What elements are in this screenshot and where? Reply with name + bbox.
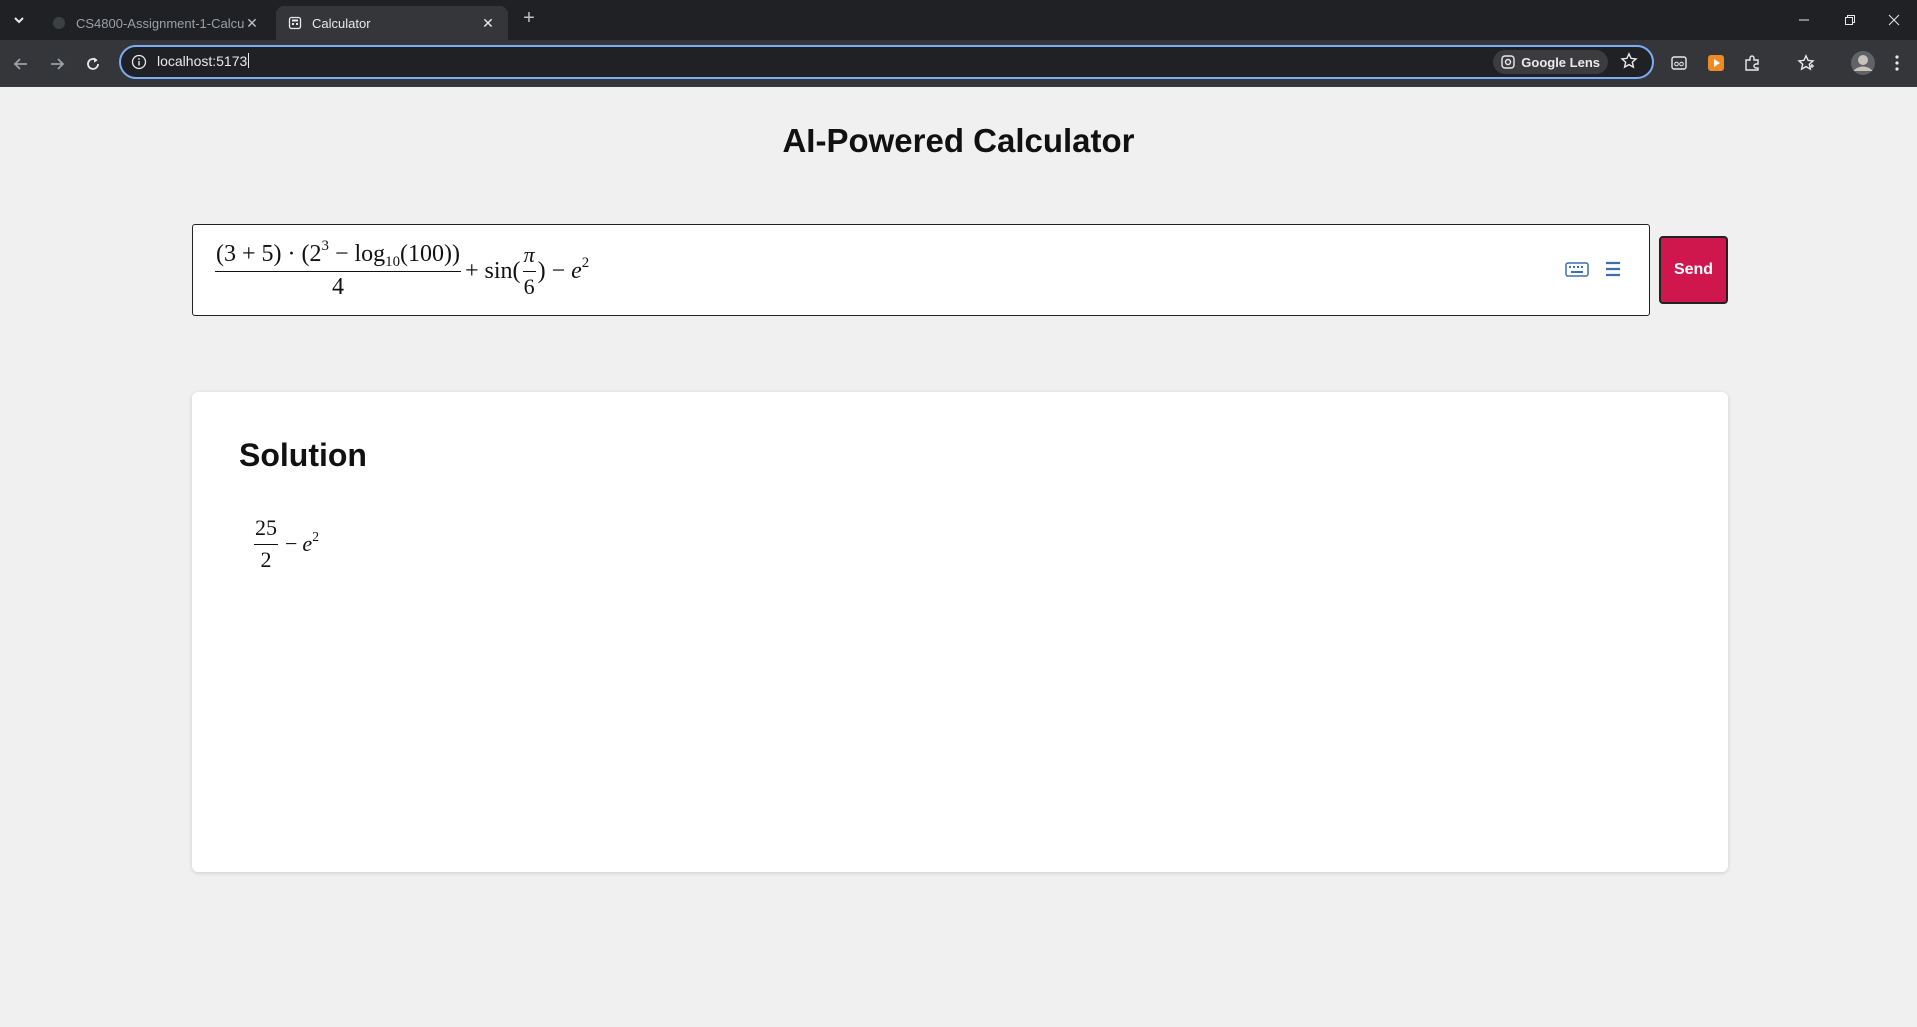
solution-card: Solution 25 2 − e2 (192, 392, 1728, 872)
fraction-numerator: (3 + 5) · (23 − log10(100)) (215, 237, 462, 272)
solution-numerator: 25 (254, 515, 278, 545)
solution-denominator: 2 (260, 547, 272, 572)
solution-title: Solution (239, 437, 367, 473)
sin-function: + sin( (465, 257, 521, 284)
keyboard-icon[interactable] (1565, 259, 1589, 279)
profile-avatar[interactable] (1849, 49, 1877, 77)
close-paren-minus: ) − (537, 257, 572, 284)
url-text[interactable]: localhost:5173 (157, 53, 250, 69)
solution-expression: 25 2 − e2 (252, 515, 319, 573)
address-bar[interactable]: localhost:5173 Google Lens (119, 45, 1654, 79)
tab-title: CS4800-Assignment-1-Calculat (76, 15, 244, 31)
github-icon (52, 16, 66, 30)
pi-over-six-fraction: π 6 (522, 242, 536, 300)
restore-icon[interactable] (1827, 0, 1873, 40)
page-content: AI-Powered Calculator (3 + 5) · (23 − lo… (0, 87, 1917, 1027)
more-menu-icon[interactable] (1886, 52, 1908, 74)
tab-title: Calculator (312, 15, 371, 31)
fraction-denominator: 4 (332, 274, 344, 300)
new-tab-plus-icon[interactable]: + (518, 8, 540, 30)
site-info-icon[interactable] (131, 54, 147, 70)
bookmark-star-icon[interactable] (1620, 52, 1640, 72)
browser-chrome: CS4800-Assignment-1-Calculat ✕ Calculato… (0, 0, 1917, 87)
tab-assignment[interactable]: CS4800-Assignment-1-Calculat ✕ (40, 6, 272, 40)
extension-goggles-icon[interactable] (1668, 52, 1690, 74)
six-denominator: 6 (523, 274, 535, 299)
pi-numerator: π (522, 242, 536, 272)
extension-play-icon[interactable] (1705, 52, 1727, 74)
browser-toolbar: localhost:5173 Google Lens (0, 40, 1917, 87)
back-arrow-icon[interactable] (8, 51, 34, 77)
main-fraction: (3 + 5) · (23 − log10(100)) 4 (215, 237, 462, 301)
reload-icon[interactable] (80, 51, 106, 77)
window-close-icon[interactable] (1871, 0, 1917, 40)
google-lens-button[interactable]: Google Lens (1493, 50, 1608, 74)
tab-search-button[interactable] (6, 9, 32, 31)
tab-strip: CS4800-Assignment-1-Calculat ✕ Calculato… (0, 0, 1917, 40)
calculator-icon (288, 16, 302, 30)
close-icon[interactable]: ✕ (244, 15, 260, 31)
send-button[interactable]: Send (1659, 236, 1728, 304)
forward-arrow-icon[interactable] (44, 51, 70, 77)
solution-fraction: 25 2 (254, 515, 278, 573)
chevron-down-icon (14, 17, 24, 24)
input-expression[interactable]: (3 + 5) · (23 − log10(100)) 4 + sin( π 6… (213, 237, 590, 301)
euler-e: e2 (302, 528, 319, 556)
bookmarks-star-icon[interactable] (1795, 52, 1817, 74)
close-icon[interactable]: ✕ (480, 15, 496, 31)
hamburger-menu-icon[interactable] (1603, 259, 1623, 279)
minus-sign: − (285, 531, 298, 556)
lens-label: Google Lens (1521, 54, 1600, 70)
lens-icon (1501, 55, 1515, 69)
extensions-puzzle-icon[interactable] (1741, 52, 1763, 74)
euler-e: e2 (571, 254, 590, 284)
math-input-field[interactable]: (3 + 5) · (23 − log10(100)) 4 + sin( π 6… (192, 224, 1650, 316)
minimize-icon[interactable] (1781, 0, 1827, 40)
tab-calculator[interactable]: Calculator ✕ (276, 6, 508, 40)
page-title: AI-Powered Calculator (782, 122, 1135, 159)
